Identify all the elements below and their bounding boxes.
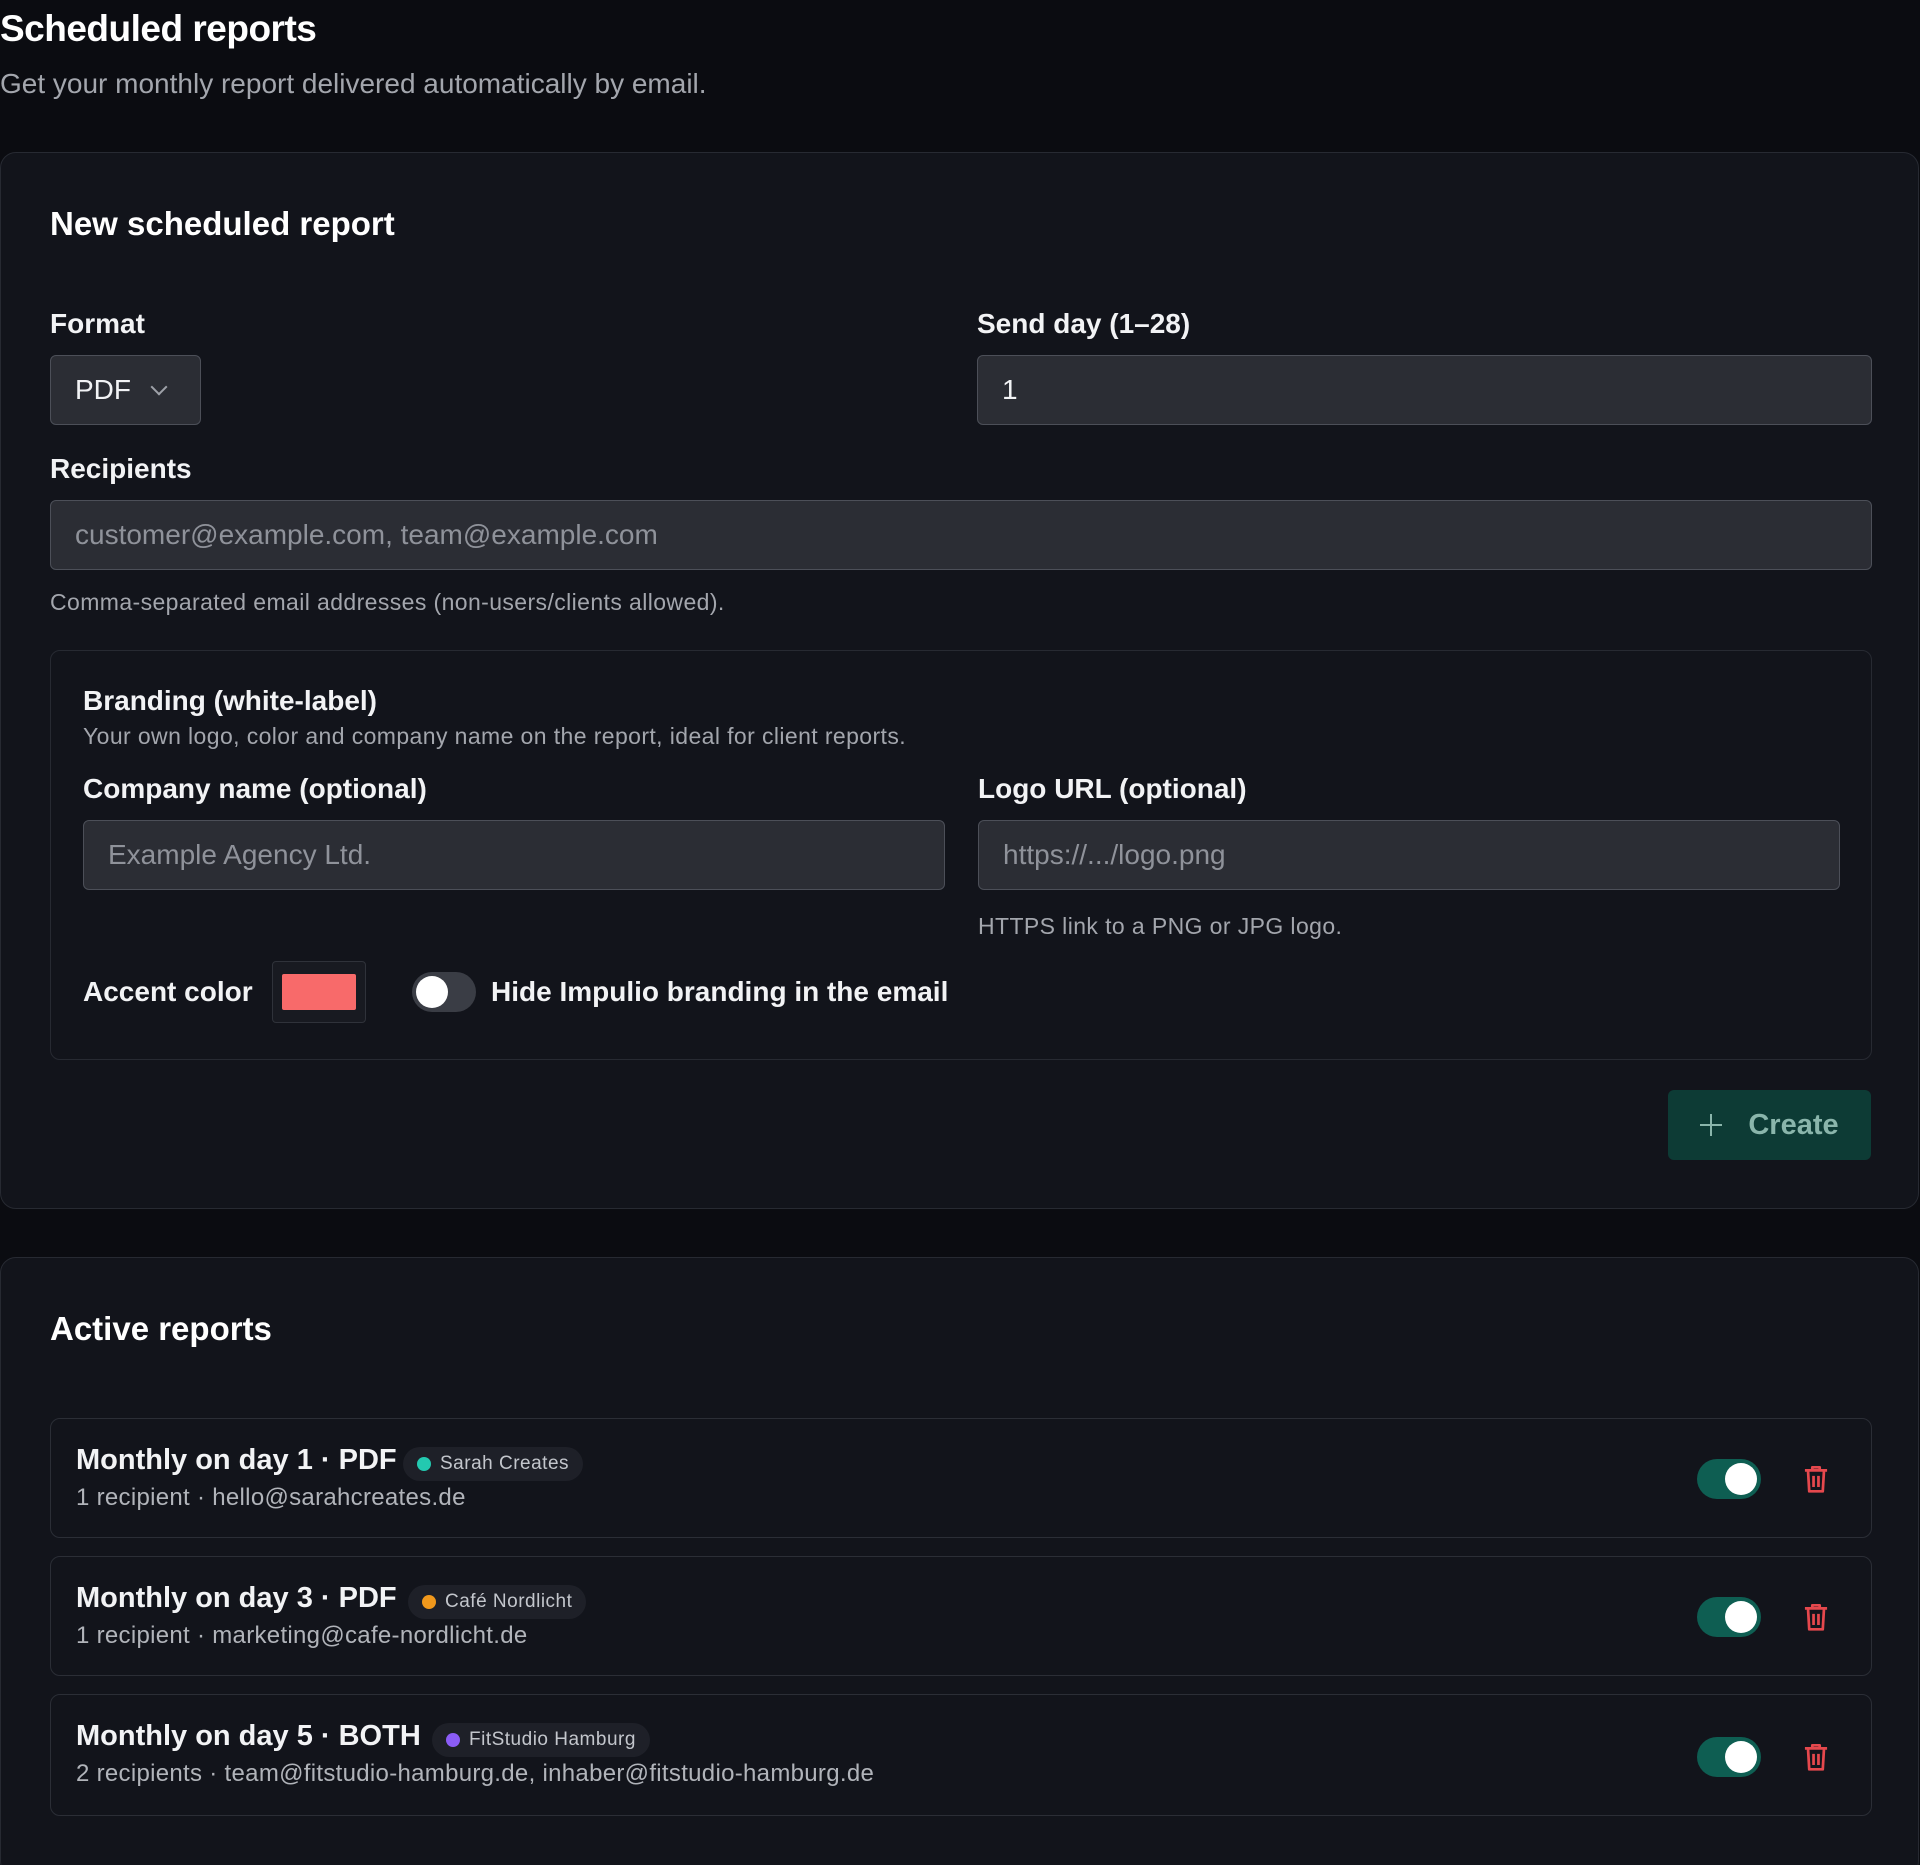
hide-branding-label: Hide Impulio branding in the email: [491, 976, 949, 1007]
logo-url-hint: HTTPS link to a PNG or JPG logo.: [978, 913, 1343, 939]
accent-color-picker[interactable]: [272, 961, 366, 1023]
report-row: Monthly on day 3 · PDF Café Nordlicht 1 …: [50, 1556, 1872, 1676]
trash-icon[interactable]: [1801, 1741, 1831, 1773]
client-dot: [417, 1457, 431, 1471]
plus-icon: [1700, 1114, 1723, 1136]
branding-title: Branding (white-label): [83, 685, 377, 716]
format-label: Format: [50, 308, 145, 339]
format-value: PDF: [75, 374, 131, 405]
toggle-knob: [1725, 1741, 1757, 1773]
client-badge: FitStudio Hamburg: [432, 1723, 650, 1757]
report-recipients: 2 recipients · team@fitstudio-hamburg.de…: [76, 1760, 875, 1787]
client-dot: [422, 1595, 436, 1609]
report-row: Monthly on day 5 · BOTH FitStudio Hambur…: [50, 1694, 1872, 1816]
send-day-input[interactable]: 1: [977, 355, 1872, 425]
client-name: FitStudio Hamburg: [469, 1729, 636, 1750]
report-title: Monthly on day 5 · BOTH: [76, 1720, 421, 1752]
report-title: Monthly on day 3 · PDF: [76, 1582, 397, 1614]
active-reports-card: Active reports Monthly on day 1 · PDF Sa…: [0, 1257, 1919, 1865]
report-enabled-toggle[interactable]: [1697, 1597, 1761, 1637]
branding-section: Branding (white-label) Your own logo, co…: [50, 650, 1872, 1060]
scheduled-reports-page: Scheduled reports Get your monthly repor…: [0, 0, 1920, 1865]
company-name-input[interactable]: Example Agency Ltd.: [83, 820, 945, 890]
trash-icon[interactable]: [1801, 1463, 1831, 1495]
page-title: Scheduled reports: [0, 8, 317, 49]
toggle-knob: [1725, 1601, 1757, 1633]
page-subtitle: Get your monthly report delivered automa…: [0, 68, 707, 99]
new-report-card: New scheduled report Format PDF Send day…: [0, 152, 1919, 1209]
active-reports-title: Active reports: [50, 1310, 272, 1347]
send-day-label: Send day (1–28): [977, 308, 1191, 339]
client-badge: Café Nordlicht: [408, 1585, 587, 1619]
accent-color-label: Accent color: [83, 976, 253, 1007]
recipients-label: Recipients: [50, 453, 192, 484]
report-recipients: 1 recipient · marketing@cafe-nordlicht.d…: [76, 1622, 528, 1649]
toggle-knob: [416, 976, 448, 1008]
new-report-title: New scheduled report: [50, 205, 395, 242]
client-badge: Sarah Creates: [403, 1447, 584, 1481]
report-enabled-toggle[interactable]: [1697, 1459, 1761, 1499]
client-name: Café Nordlicht: [445, 1591, 573, 1612]
client-dot: [446, 1733, 460, 1747]
create-button[interactable]: Create: [1668, 1090, 1871, 1160]
client-name: Sarah Creates: [440, 1453, 570, 1474]
trash-icon[interactable]: [1801, 1601, 1831, 1633]
company-name-label: Company name (optional): [83, 773, 427, 804]
report-enabled-toggle[interactable]: [1697, 1737, 1761, 1777]
logo-url-input[interactable]: https://.../logo.png: [978, 820, 1840, 890]
report-row: Monthly on day 1 · PDF Sarah Creates 1 r…: [50, 1418, 1872, 1538]
recipients-hint: Comma-separated email addresses (non-use…: [50, 589, 725, 615]
accent-color-swatch: [282, 974, 356, 1010]
logo-url-label: Logo URL (optional): [978, 773, 1247, 804]
toggle-knob: [1725, 1463, 1757, 1495]
recipients-input[interactable]: customer@example.com, team@example.com: [50, 500, 1872, 570]
hide-branding-toggle[interactable]: [412, 972, 476, 1012]
chevron-down-icon: [150, 378, 168, 396]
branding-description: Your own logo, color and company name on…: [83, 723, 907, 749]
format-select[interactable]: PDF: [50, 355, 201, 425]
create-label: Create: [1748, 1108, 1839, 1141]
report-title: Monthly on day 1 · PDF: [76, 1444, 397, 1476]
report-recipients: 1 recipient · hello@sarahcreates.de: [76, 1484, 466, 1511]
